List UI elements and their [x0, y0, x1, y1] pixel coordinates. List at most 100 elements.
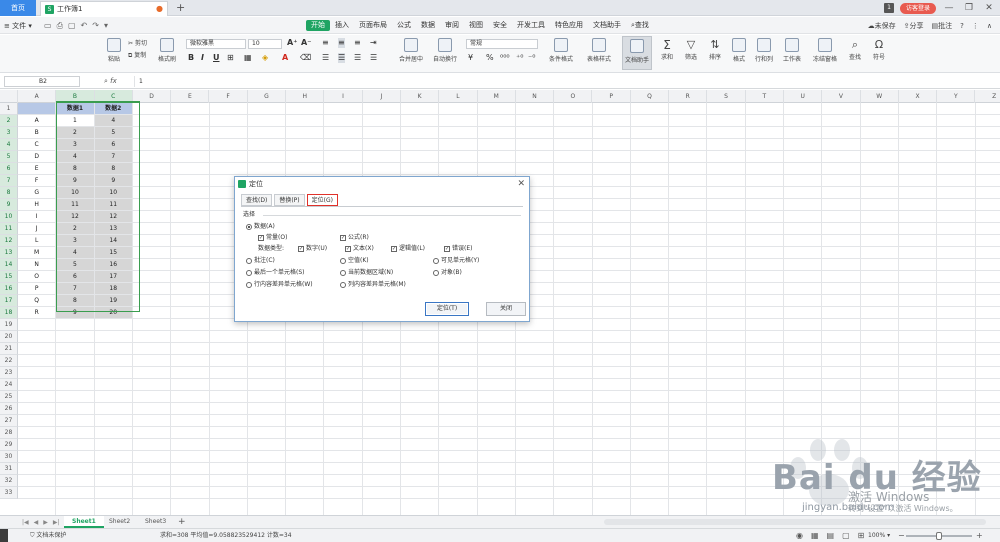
table-cell[interactable]: D [18, 151, 55, 162]
table-cell[interactable]: 12 [94, 211, 132, 222]
opt-visible[interactable]: 可见单元格(Y) [433, 257, 479, 265]
justify-icon[interactable]: ☰ [370, 53, 377, 63]
italic-button[interactable]: I [201, 53, 204, 63]
table-cell[interactable]: 13 [94, 223, 132, 234]
opt-error[interactable]: ✓ 错误(E) [444, 245, 472, 253]
sheet-tab-3[interactable]: Sheet3 [137, 516, 174, 528]
locate-button[interactable]: 定位(T) [425, 302, 469, 316]
formula-input[interactable]: 1 [134, 76, 994, 87]
opt-current-region[interactable]: 当前数据区域(N) [340, 269, 393, 277]
wrap-text-button[interactable]: 自动换行 [430, 38, 460, 63]
table-cell[interactable]: 4 [56, 247, 94, 258]
table-cell[interactable]: E [18, 163, 55, 174]
increase-decimal-icon[interactable]: ⁺⁰ [516, 53, 523, 63]
table-cell[interactable]: 15 [94, 247, 132, 258]
rowcol-button[interactable]: 行和列 [752, 38, 776, 63]
table-cell[interactable]: 6 [56, 271, 94, 282]
header-cell-c[interactable]: 数据2 [94, 103, 132, 114]
close-window-icon[interactable]: ✕ [982, 3, 996, 13]
opt-blank[interactable]: 空值(K) [340, 257, 369, 265]
header-cell-b[interactable]: 数据1 [56, 103, 94, 114]
tab-start[interactable]: 开始 [306, 20, 330, 31]
find-button[interactable]: ⌕ 查找 [844, 38, 866, 61]
tab-special[interactable]: 特色应用 [550, 20, 588, 31]
table-cell[interactable]: 20 [94, 307, 132, 318]
table-cell[interactable]: A [18, 115, 55, 126]
window-count-badge[interactable]: 1 [883, 3, 894, 13]
table-cell[interactable]: 19 [94, 295, 132, 306]
align-right-icon[interactable]: ☰ [354, 53, 361, 63]
table-cell[interactable]: 5 [94, 127, 132, 138]
table-cell[interactable]: R [18, 307, 55, 318]
paste-button[interactable]: 粘贴 [104, 38, 124, 63]
next-sheet-icon[interactable]: ▶ [43, 517, 48, 528]
table-cell[interactable]: 10 [94, 187, 132, 198]
tab-insert[interactable]: 插入 [330, 20, 354, 31]
header-cell-a[interactable] [18, 103, 56, 114]
tab-review[interactable]: 审阅 [440, 20, 464, 31]
table-cell[interactable]: I [18, 211, 55, 222]
table-cell[interactable]: 8 [94, 163, 132, 174]
table-cell[interactable]: 10 [56, 187, 94, 198]
doc-helper-button[interactable]: 文档助手 [622, 36, 652, 70]
undo-icon[interactable]: ↶ [81, 20, 88, 32]
table-cell[interactable]: C [18, 139, 55, 150]
dialog-close-icon[interactable]: ✕ [517, 177, 525, 191]
decrease-decimal-icon[interactable]: ⁻⁰ [528, 53, 535, 63]
document-tab[interactable]: S 工作簿1 ● [40, 1, 168, 16]
table-cell[interactable]: L [18, 235, 55, 246]
opt-object[interactable]: 对象(B) [433, 269, 462, 277]
comment-button[interactable]: ▤批注 [932, 20, 953, 32]
table-cell[interactable]: 9 [94, 175, 132, 186]
number-format-select[interactable]: 常规 [466, 39, 538, 49]
freeze-panes-button[interactable]: 冻结窗格 [808, 38, 842, 63]
tab-formula[interactable]: 公式 [392, 20, 416, 31]
table-cell[interactable]: 18 [94, 283, 132, 294]
table-cell[interactable]: 9 [56, 307, 94, 318]
file-menu[interactable]: ≡ 文件 ▾ [4, 20, 32, 32]
sort-button[interactable]: ⇅ 排序 [704, 38, 726, 61]
format-painter-button[interactable]: 格式刷 [154, 38, 180, 63]
chevron-down-icon[interactable]: ▾ [104, 20, 108, 32]
table-cell[interactable]: 7 [94, 151, 132, 162]
tab-data[interactable]: 数据 [416, 20, 440, 31]
table-cell[interactable]: 17 [94, 271, 132, 282]
table-cell[interactable]: 9 [56, 175, 94, 186]
close-button[interactable]: 关闭 [486, 302, 526, 316]
clear-format-icon[interactable]: ⌫ [300, 53, 311, 63]
percent-icon[interactable]: % [486, 53, 494, 63]
opt-constant[interactable]: ✓ 常量(O) [258, 234, 287, 242]
table-cell[interactable]: 12 [56, 211, 94, 222]
table-cell[interactable]: M [18, 247, 55, 258]
login-button[interactable]: 访客登录 [899, 2, 936, 14]
opt-text[interactable]: ✓ 文本(X) [345, 245, 374, 253]
more-icon[interactable]: ⋮ [972, 20, 979, 32]
table-cell[interactable]: 16 [94, 259, 132, 270]
table-cell[interactable]: 4 [94, 115, 132, 126]
table-cell[interactable]: 11 [56, 199, 94, 210]
help-button[interactable]: ? [960, 20, 964, 32]
cut-button[interactable]: ✂ 剪切 [128, 39, 147, 48]
first-sheet-icon[interactable]: |◀ [22, 517, 29, 528]
table-cell[interactable]: J [18, 223, 55, 234]
table-cell[interactable]: N [18, 259, 55, 270]
table-cell[interactable]: 5 [56, 259, 94, 270]
table-cell[interactable]: 1 [56, 115, 94, 126]
table-cell[interactable]: P [18, 283, 55, 294]
align-top-icon[interactable]: ≡ [322, 38, 329, 48]
document-protection-status[interactable]: ⛉ 文档未保护 [30, 529, 66, 542]
opt-data[interactable]: 数据(A) [246, 223, 275, 231]
conditional-format-button[interactable]: 条件格式 [544, 38, 578, 63]
dialog-tab-replace[interactable]: 替换(P) [274, 194, 305, 206]
filter-button[interactable]: ▽ 筛选 [680, 38, 702, 61]
increase-font-icon[interactable]: A⁺ [287, 38, 297, 48]
table-cell[interactable]: 7 [56, 283, 94, 294]
opt-last-cell[interactable]: 最后一个单元格(S) [246, 269, 305, 277]
redo-icon[interactable]: ↷ [92, 20, 99, 32]
table-cell[interactable]: 14 [94, 235, 132, 246]
underline-button[interactable]: U [213, 53, 220, 63]
worksheet-button[interactable]: 工作表 [780, 38, 804, 63]
save-icon[interactable]: ▭ [44, 20, 52, 32]
sum-button[interactable]: Σ 求和 [656, 38, 678, 61]
table-cell[interactable]: B [18, 127, 55, 138]
